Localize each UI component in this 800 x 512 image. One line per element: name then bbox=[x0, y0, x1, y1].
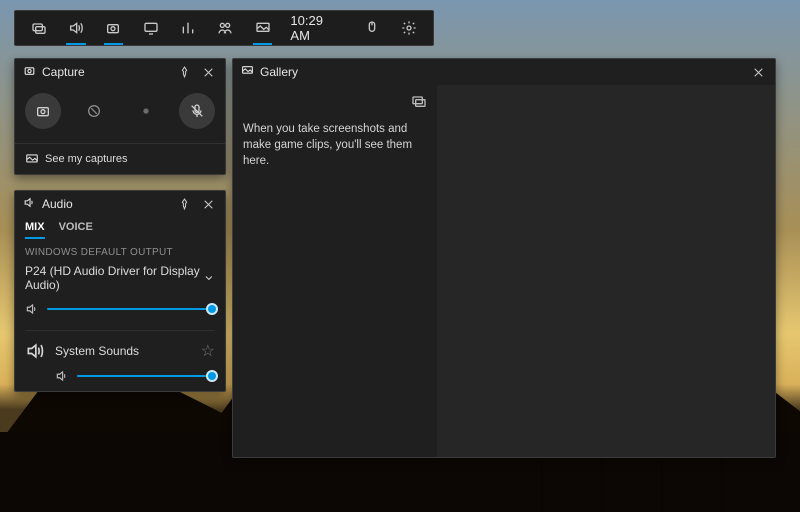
master-volume-slider[interactable] bbox=[47, 308, 215, 310]
gallery-widget-button[interactable] bbox=[245, 11, 280, 45]
close-icon[interactable] bbox=[199, 63, 217, 81]
gallery-empty-text: When you take screenshots and make game … bbox=[243, 121, 427, 169]
screenshot-button[interactable] bbox=[25, 93, 61, 129]
output-device-name: P24 (HD Audio Driver for Display Audio) bbox=[25, 264, 203, 292]
capture-title: Capture bbox=[42, 65, 85, 79]
favorite-star-icon[interactable]: ☆ bbox=[201, 341, 215, 361]
speaker-icon bbox=[23, 196, 36, 212]
social-widget-button[interactable] bbox=[208, 11, 243, 45]
output-section-label: WINDOWS DEFAULT OUTPUT bbox=[25, 247, 215, 258]
clock: 10:29 AM bbox=[282, 11, 352, 45]
mic-toggle-button[interactable] bbox=[179, 93, 215, 129]
gallery-icon bbox=[241, 64, 254, 80]
output-device-dropdown[interactable]: P24 (HD Audio Driver for Display Audio) bbox=[25, 264, 215, 292]
audio-panel: Audio MIX VOICE WINDOWS DEFAULT OUTPUT P… bbox=[14, 190, 226, 392]
chevron-down-icon bbox=[203, 271, 215, 285]
pin-icon[interactable] bbox=[175, 195, 193, 213]
camera-icon bbox=[23, 64, 36, 80]
see-my-captures-link[interactable]: See my captures bbox=[15, 143, 225, 174]
audio-widget-button[interactable] bbox=[58, 11, 93, 45]
record-button[interactable] bbox=[128, 93, 164, 129]
slider-fill bbox=[47, 308, 212, 310]
close-icon[interactable] bbox=[749, 63, 767, 81]
gallery-panel: Gallery When you take screenshots and ma… bbox=[232, 58, 776, 458]
stats-widget-button[interactable] bbox=[170, 11, 205, 45]
mouse-button[interactable] bbox=[354, 11, 389, 45]
capture-panel: Capture See my captures bbox=[14, 58, 226, 175]
system-sounds-label: System Sounds bbox=[55, 344, 139, 358]
volume-icon bbox=[55, 369, 69, 383]
speaker-icon bbox=[25, 341, 45, 383]
gallery-title: Gallery bbox=[260, 65, 298, 79]
slider-fill bbox=[77, 375, 212, 377]
xbox-button[interactable] bbox=[21, 11, 56, 45]
slider-thumb[interactable] bbox=[206, 303, 218, 315]
open-folder-button[interactable] bbox=[411, 93, 427, 114]
audio-title: Audio bbox=[42, 197, 73, 211]
pin-icon[interactable] bbox=[175, 63, 193, 81]
system-sounds-volume-slider[interactable] bbox=[77, 375, 215, 377]
gallery-preview-area bbox=[437, 85, 775, 457]
tab-voice[interactable]: VOICE bbox=[59, 221, 93, 239]
settings-button[interactable] bbox=[392, 11, 427, 45]
slider-thumb[interactable] bbox=[206, 370, 218, 382]
tab-mix[interactable]: MIX bbox=[25, 221, 45, 239]
game-bar-toolbar: 10:29 AM bbox=[14, 10, 434, 46]
performance-widget-button[interactable] bbox=[133, 11, 168, 45]
record-last-button[interactable] bbox=[76, 93, 112, 129]
capture-widget-button[interactable] bbox=[96, 11, 131, 45]
see-my-captures-label: See my captures bbox=[45, 153, 128, 165]
volume-icon bbox=[25, 302, 39, 316]
close-icon[interactable] bbox=[199, 195, 217, 213]
